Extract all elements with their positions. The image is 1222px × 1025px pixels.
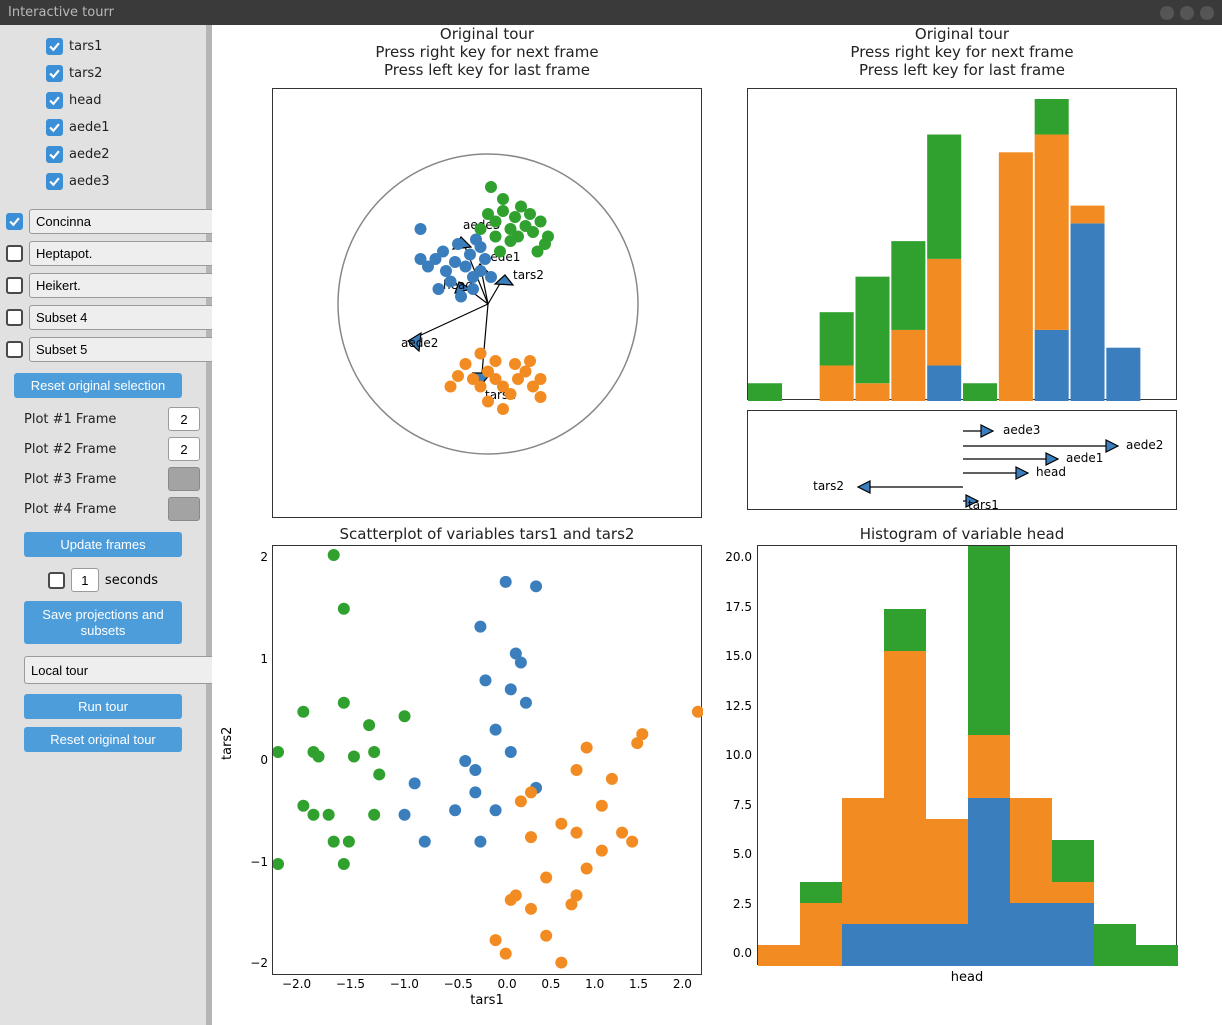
plot1-title-l3: Press left key for last frame <box>272 61 702 79</box>
p2-axis-aede2: aede2 <box>1126 438 1163 452</box>
plot3-yticks: 210−1−2 <box>248 550 268 970</box>
window-close-icon[interactable] <box>1200 6 1214 20</box>
checkbox-subset-2[interactable] <box>6 245 23 262</box>
window-max-icon[interactable] <box>1180 6 1194 20</box>
checkbox-aede3[interactable] <box>46 173 63 190</box>
frame-4-input <box>168 497 200 521</box>
frame-2-input[interactable] <box>168 437 200 461</box>
var-label: head <box>69 93 101 108</box>
subset-name-1[interactable] <box>29 209 219 234</box>
plot2-title-l2: Press right key for next frame <box>747 43 1177 61</box>
frame-3-label: Plot #3 Frame <box>24 472 162 487</box>
frame-1-label: Plot #1 Frame <box>24 412 162 427</box>
seconds-suffix: seconds <box>105 573 158 588</box>
tour-type-select[interactable] <box>24 656 213 684</box>
plot1-frame: aede3 aede1 tars2 head aede2 tars1 <box>272 88 702 518</box>
reset-selection-button[interactable]: Reset original selection <box>14 373 182 398</box>
plot4-xlabel: head <box>757 970 1177 985</box>
checkbox-tars1[interactable] <box>46 38 63 55</box>
plot4-title: Histogram of variable head <box>747 525 1177 543</box>
sidebar: tars1 tars2 head aede1 aede2 aede3 Reset… <box>0 25 212 1025</box>
update-frames-button[interactable]: Update frames <box>24 532 182 557</box>
var-label: aede1 <box>69 120 110 135</box>
plot2-hist-frame <box>747 88 1177 400</box>
reset-tour-button[interactable]: Reset original tour <box>24 727 182 752</box>
window-title: Interactive tourr <box>8 5 1160 20</box>
checkbox-subset-1[interactable] <box>6 213 23 230</box>
p2-axis-tars2: tars2 <box>813 479 844 493</box>
var-label: aede2 <box>69 147 110 162</box>
frame-2-label: Plot #2 Frame <box>24 442 162 457</box>
axis-label-aede2: aede2 <box>401 336 438 350</box>
plot1-title-l1: Original tour <box>272 25 702 43</box>
plot3-ylabel: tars2 <box>220 727 235 760</box>
plot1-title-l2: Press right key for next frame <box>272 43 702 61</box>
subset-name-2[interactable] <box>29 241 219 266</box>
p2-axis-head: head <box>1036 465 1066 479</box>
titlebar: Interactive tourr <box>0 0 1222 25</box>
window-min-icon[interactable] <box>1160 6 1174 20</box>
checkbox-aede1[interactable] <box>46 119 63 136</box>
frame-4-label: Plot #4 Frame <box>24 502 162 517</box>
subset-name-5[interactable] <box>29 337 219 362</box>
plot3-xlabel: tars1 <box>272 993 702 1008</box>
subset-name-4[interactable] <box>29 305 219 330</box>
p2-axis-aede3: aede3 <box>1003 423 1040 437</box>
checkbox-subset-5[interactable] <box>6 341 23 358</box>
var-label: aede3 <box>69 174 110 189</box>
p2-axis-tars1: tars1 <box>968 498 999 511</box>
plot2-title-l3: Press left key for last frame <box>747 61 1177 79</box>
plot3-title: Scatterplot of variables tars1 and tars2 <box>272 525 702 543</box>
axis-label-tars2: tars2 <box>513 268 544 282</box>
save-projections-button[interactable]: Save projections and subsets <box>24 601 182 644</box>
var-label: tars2 <box>69 66 102 81</box>
checkbox-subset-4[interactable] <box>6 309 23 326</box>
plot3-frame <box>272 545 702 975</box>
checkbox-tars2[interactable] <box>46 65 63 82</box>
p2-axis-aede1: aede1 <box>1066 451 1103 465</box>
var-label: tars1 <box>69 39 102 54</box>
plot4-yticks: 0.02.55.07.510.012.515.017.520.0 <box>712 550 752 960</box>
run-tour-button[interactable]: Run tour <box>24 694 182 719</box>
frame-1-input[interactable] <box>168 407 200 431</box>
checkbox-autoplay[interactable] <box>48 572 65 589</box>
frame-3-input <box>168 467 200 491</box>
plot2-title-l1: Original tour <box>747 25 1177 43</box>
subset-name-3[interactable] <box>29 273 219 298</box>
plot-canvas[interactable]: Original tour Press right key for next f… <box>212 25 1222 1025</box>
plot2-axis-panel: aede3 aede2 aede1 head tars2 tars1 <box>747 410 1177 510</box>
plot3-xticks: −2.0−1.5−1.0−0.50.00.51.01.52.0 <box>272 977 702 991</box>
checkbox-subset-3[interactable] <box>6 277 23 294</box>
seconds-input[interactable] <box>71 568 99 592</box>
checkbox-aede2[interactable] <box>46 146 63 163</box>
checkbox-head[interactable] <box>46 92 63 109</box>
plot4-frame <box>757 545 1177 965</box>
